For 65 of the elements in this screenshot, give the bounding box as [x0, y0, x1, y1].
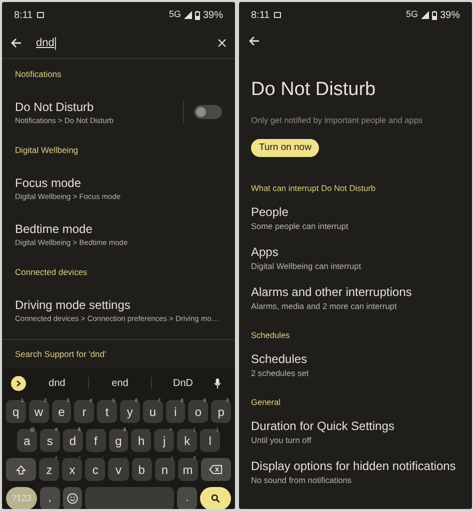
search-key[interactable] [200, 487, 231, 509]
item-title: Apps [251, 244, 280, 260]
item-title: People [251, 204, 290, 220]
backspace-icon [209, 465, 222, 474]
shift-key[interactable] [6, 458, 36, 481]
section-heading: General [251, 396, 281, 408]
keyboard-key[interactable]: , [40, 487, 60, 509]
network-label: 5G [168, 8, 181, 22]
emoji-icon [66, 493, 78, 504]
item-summary: 2 schedules set [251, 367, 310, 380]
notification-icon [274, 12, 281, 18]
battery-icon [194, 10, 200, 20]
expand-button[interactable] [11, 376, 26, 390]
close-icon[interactable] [218, 39, 226, 47]
notification-icon [36, 12, 44, 18]
search-icon [210, 494, 220, 503]
microphone-icon[interactable] [214, 378, 221, 388]
item-title: Schedules [251, 351, 308, 368]
result-title: Driving mode settings [15, 296, 132, 312]
status-time: 8:11 [14, 8, 33, 22]
settings-item[interactable]: Schedules 2 schedules set [251, 345, 460, 386]
toggle-switch[interactable] [194, 105, 222, 119]
item-summary: Digital Wellbeing can interrupt [251, 260, 362, 273]
section-heading: Schedules [251, 328, 290, 342]
suggestion[interactable]: dnd [26, 376, 88, 390]
item-title: Alarms and other interruptions [251, 284, 413, 300]
section-heading: Notifications [15, 68, 62, 80]
support-link[interactable]: Search Support for 'dnd' [15, 348, 106, 360]
signal-icon [420, 11, 429, 19]
battery-icon [432, 10, 437, 20]
result-title: Do Not Disturb [15, 98, 95, 114]
settings-item[interactable]: Display options for hidden notifications No sound from notifications [251, 452, 460, 492]
back-icon[interactable] [11, 38, 22, 48]
item-summary: Alarms, media and 2 more can interrupt [251, 300, 398, 313]
item-title: Display options for hidden notifications [251, 458, 457, 474]
result-title: Bedtime mode [15, 220, 94, 236]
settings-item[interactable]: Duration for Quick Settings Until you turn off [251, 412, 460, 452]
shift-icon [16, 464, 26, 474]
backspace-key[interactable] [200, 458, 231, 481]
settings-item[interactable]: Alarms and other interruptions Alarms, media and 2 more can interrupt [251, 278, 460, 318]
settings-item[interactable]: People Some people can interrupt [251, 198, 460, 238]
network-label: 5G [406, 8, 418, 22]
section-heading: Connected devices [15, 266, 88, 278]
back-icon[interactable] [249, 36, 260, 46]
section-heading: What can interrupt Do Not Disturb [251, 182, 376, 194]
battery-level: 39% [440, 8, 460, 22]
suggestion[interactable]: DnD [152, 376, 214, 390]
signal-icon [184, 11, 192, 19]
result-title: Focus mode [15, 174, 82, 190]
chevron-right-icon [16, 380, 21, 386]
search-field[interactable]: dnd [36, 34, 204, 52]
status-time: 8:11 [251, 8, 270, 22]
keyboard-key[interactable]: . [177, 487, 197, 509]
emoji-key[interactable] [62, 487, 82, 509]
item-summary: No sound from notifications [251, 474, 353, 487]
item-title: Duration for Quick Settings [251, 418, 396, 434]
turn-on-button[interactable]: Turn on now [251, 139, 320, 158]
page-description: Only get notified by important people and apps [251, 114, 424, 126]
settings-item[interactable]: Apps Digital Wellbeing can interrupt [251, 238, 460, 278]
section-heading: Digital Wellbeing [15, 144, 78, 156]
suggestion[interactable]: end [89, 376, 151, 390]
battery-level: 39% [202, 8, 223, 22]
page-title: Do Not Disturb [251, 78, 377, 102]
item-summary: Some people can interrupt [251, 220, 350, 233]
item-summary: Until you turn off [251, 434, 312, 447]
